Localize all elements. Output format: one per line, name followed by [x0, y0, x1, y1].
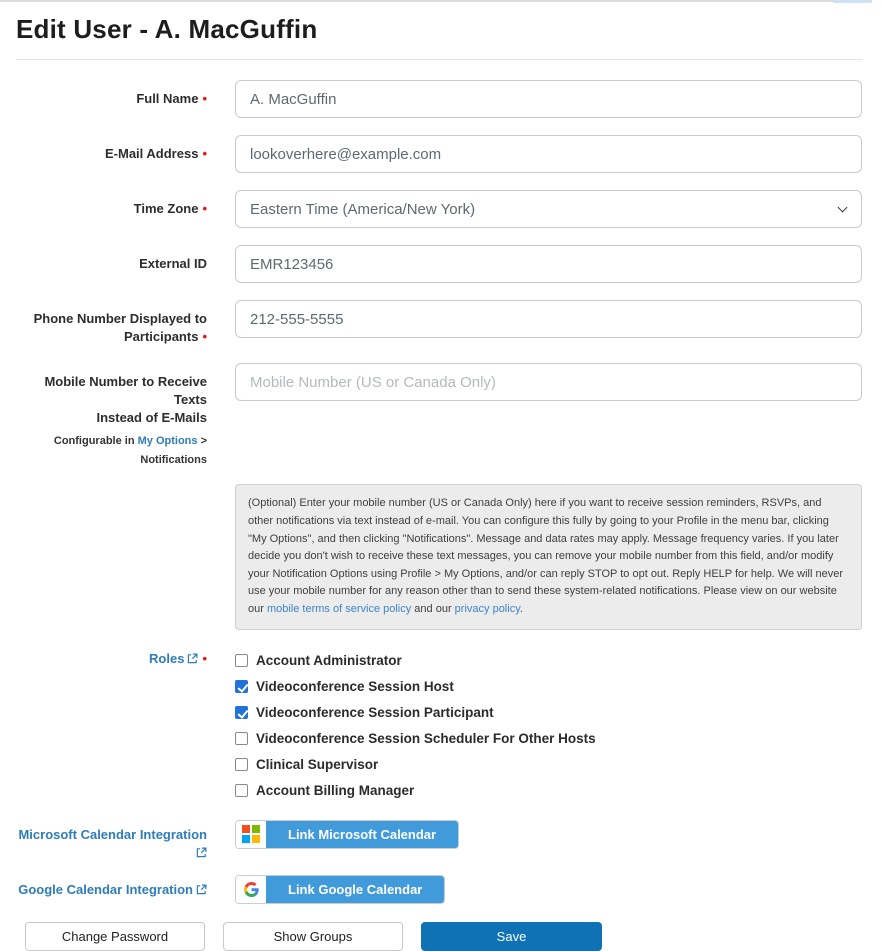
role-checkbox[interactable]	[235, 784, 248, 797]
external-id-label: External ID	[139, 256, 207, 271]
external-link-icon	[196, 847, 207, 858]
role-label: Videoconference Session Participant	[256, 705, 494, 720]
role-label: Videoconference Session Host	[256, 679, 454, 694]
full-name-label: Full Name	[136, 91, 198, 106]
microsoft-calendar-row: Microsoft Calendar Integration Link Micr…	[16, 820, 862, 862]
top-edge-strip	[0, 0, 881, 2]
link-microsoft-calendar-label: Link Microsoft Calendar	[266, 821, 458, 848]
role-checkbox-row[interactable]: Videoconference Session Participant	[235, 700, 862, 726]
top-edge-white-segment	[872, 0, 881, 3]
role-label: Clinical Supervisor	[256, 757, 378, 772]
required-dot: •	[202, 651, 207, 666]
google-calendar-integration-link[interactable]: Google Calendar Integration	[18, 882, 207, 897]
mobile-config-note: Configurable in My Options > Notificatio…	[16, 432, 207, 469]
required-dot: •	[202, 91, 207, 106]
footer-actions: Change Password Show Groups Save	[25, 922, 862, 951]
role-checkbox[interactable]	[235, 654, 248, 667]
field-row-mobile: Mobile Number to Receive TextsInstead of…	[16, 363, 862, 469]
mobile-info-row: (Optional) Enter your mobile number (US …	[16, 484, 862, 629]
change-password-button[interactable]: Change Password	[25, 922, 205, 951]
role-checkbox[interactable]	[235, 732, 248, 745]
field-row-full-name: Full Name •	[16, 80, 862, 118]
save-button[interactable]: Save	[421, 922, 602, 951]
role-checkbox[interactable]	[235, 680, 248, 693]
edit-user-page: Edit User - A. MacGuffin Full Name • E-Ma…	[0, 0, 881, 951]
email-label: E-Mail Address	[105, 146, 198, 161]
page-title: Edit User - A. MacGuffin	[16, 14, 862, 45]
roles-row: Roles • Account Administrator Videoconfer…	[16, 645, 862, 804]
field-row-email: E-Mail Address •	[16, 135, 862, 173]
role-checkbox-row[interactable]: Account Administrator	[235, 648, 862, 674]
google-calendar-row: Google Calendar Integration Link Google …	[16, 875, 862, 904]
time-zone-label: Time Zone	[134, 201, 199, 216]
my-options-link[interactable]: My Options	[138, 435, 198, 447]
role-checkbox-row[interactable]: Clinical Supervisor	[235, 752, 862, 778]
external-link-icon	[187, 653, 198, 664]
roles-link[interactable]: Roles	[149, 651, 198, 666]
show-groups-button[interactable]: Show Groups	[223, 922, 403, 951]
role-checkbox-row[interactable]: Videoconference Session Scheduler For Ot…	[235, 726, 862, 752]
field-row-external-id: External ID	[16, 245, 862, 283]
role-checkbox[interactable]	[235, 706, 248, 719]
role-label: Account Billing Manager	[256, 783, 414, 798]
time-zone-select-wrap: Eastern Time (America/New York)	[235, 190, 862, 228]
link-microsoft-calendar-button[interactable]: Link Microsoft Calendar	[235, 820, 459, 849]
field-row-time-zone: Time Zone• Eastern Time (America/New Yor…	[16, 190, 862, 228]
role-label: Videoconference Session Scheduler For Ot…	[256, 731, 596, 746]
top-edge-blue-segment	[833, 0, 872, 3]
phone-input[interactable]	[235, 300, 862, 338]
mobile-info-box: (Optional) Enter your mobile number (US …	[235, 484, 862, 629]
external-link-icon	[196, 884, 207, 895]
title-divider	[16, 59, 862, 60]
role-checkbox-row[interactable]: Videoconference Session Host	[235, 674, 862, 700]
required-dot: •	[202, 329, 207, 344]
microsoft-logo-icon	[236, 821, 266, 848]
role-checkbox[interactable]	[235, 758, 248, 771]
mobile-label: Mobile Number to Receive TextsInstead of…	[44, 374, 207, 425]
link-google-calendar-button[interactable]: Link Google Calendar	[235, 875, 445, 904]
full-name-input[interactable]	[235, 80, 862, 118]
role-label: Account Administrator	[256, 653, 402, 668]
role-checkbox-row[interactable]: Account Billing Manager	[235, 778, 862, 804]
required-dot: •	[202, 201, 207, 216]
privacy-policy-link[interactable]: privacy policy	[455, 603, 520, 615]
required-dot: •	[202, 146, 207, 161]
microsoft-calendar-integration-link[interactable]: Microsoft Calendar Integration	[18, 827, 207, 860]
email-input[interactable]	[235, 135, 862, 173]
time-zone-select[interactable]: Eastern Time (America/New York)	[235, 190, 862, 228]
external-id-input[interactable]	[235, 245, 862, 283]
phone-label: Phone Number Displayed to Participants	[34, 311, 207, 344]
roles-list: Account Administrator Videoconference Se…	[235, 645, 862, 804]
mobile-terms-link[interactable]: mobile terms of service policy	[267, 603, 411, 615]
edit-user-form: Full Name• E-Mail Address• Time Zone• Ea…	[16, 80, 862, 951]
google-logo-icon	[236, 876, 266, 903]
field-row-phone: Phone Number Displayed to Participants•	[16, 300, 862, 346]
mobile-number-input[interactable]	[235, 363, 862, 401]
link-google-calendar-label: Link Google Calendar	[266, 876, 444, 903]
